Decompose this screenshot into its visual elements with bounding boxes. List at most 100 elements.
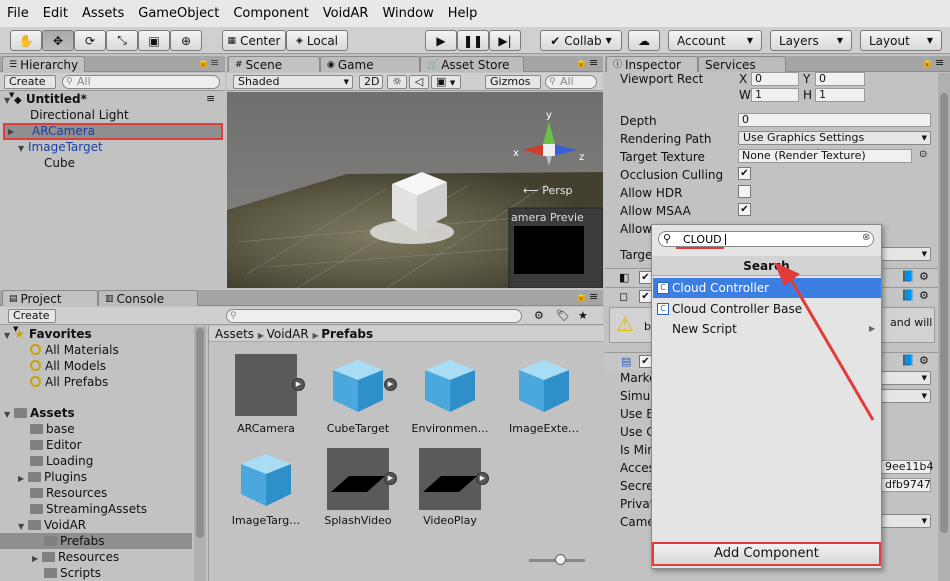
step-button[interactable]: ▶| (489, 30, 521, 51)
tab-project[interactable]: ▤ Project (2, 290, 98, 306)
tab-asset-store[interactable]: 🛒 Asset Store (420, 56, 524, 72)
vr-w-field[interactable]: 1 (751, 88, 799, 102)
filter-by-type-icon[interactable]: ⚙ (534, 309, 544, 322)
tab-game[interactable]: ◉ Game (320, 56, 420, 72)
vr-x-field[interactable]: 0 (751, 72, 799, 86)
lock-icon[interactable]: 🔒 (921, 57, 933, 68)
occlusion-culling-checkbox[interactable]: ✔ (738, 167, 751, 180)
target-display-dropdown[interactable]: ▼ (881, 247, 931, 261)
hierarchy-item-cube[interactable]: Cube (0, 155, 75, 171)
expand-prefab-icon[interactable]: ▶ (384, 378, 397, 391)
favorite-item[interactable]: All Prefabs (0, 374, 108, 390)
vr-h-field[interactable]: 1 (815, 88, 865, 102)
breadcrumb-assets[interactable]: Assets (215, 327, 254, 341)
rotate-tool-button[interactable]: ⟳ (74, 30, 106, 51)
gear-icon[interactable]: ⚙ (919, 354, 929, 367)
expand-prefab-icon[interactable]: ▶ (384, 472, 397, 485)
add-component-button[interactable]: Add Component (652, 542, 881, 566)
vr-y-field[interactable]: 0 (815, 72, 865, 86)
access-key-field[interactable]: 9ee11b4 (881, 460, 934, 474)
folder-item[interactable]: Resources (0, 485, 107, 501)
breadcrumb-prefabs[interactable]: Prefabs (321, 327, 373, 341)
marker-dropdown[interactable]: ▼ (881, 371, 931, 385)
menu-edit[interactable]: Edit (43, 6, 68, 21)
folder-item[interactable]: Scripts (0, 565, 101, 581)
menu-window[interactable]: Window (382, 6, 433, 21)
hierarchy-item-arcamera[interactable]: ▶ ARCamera (3, 123, 223, 140)
pivot-local-button[interactable]: ◈ Local (286, 30, 348, 51)
favorite-item[interactable]: All Models (0, 358, 106, 374)
transform-tool-button[interactable]: ⊕ (170, 30, 202, 51)
panel-menu-icon[interactable]: ≡ (589, 56, 598, 69)
camera-dropdown[interactable]: ▼ (881, 514, 931, 528)
folder-item[interactable]: base (0, 421, 75, 437)
result-cloud-controller[interactable]: C Cloud Controller (653, 278, 881, 298)
gear-icon[interactable]: ⚙ (919, 289, 929, 302)
depth-field[interactable]: 0 (738, 113, 931, 127)
menu-assets[interactable]: Assets (82, 6, 124, 21)
gear-icon[interactable]: ⚙ (919, 270, 929, 283)
scene-search-input[interactable]: ⚲ All (545, 75, 597, 89)
gizmos-dropdown[interactable]: Gizmos ▼ (485, 75, 541, 99)
menu-component[interactable]: Component (233, 6, 308, 21)
shading-mode-dropdown[interactable]: Shaded ▼ (233, 75, 353, 89)
rect-tool-button[interactable]: ▣ (138, 30, 170, 51)
menu-gameobject[interactable]: GameObject (138, 6, 219, 21)
result-cloud-controller-base[interactable]: C Cloud Controller Base (653, 299, 881, 319)
project-search-input[interactable]: ⚲ (226, 309, 522, 323)
tab-services[interactable]: Services (698, 56, 786, 72)
tab-console[interactable]: ▥ Console (98, 290, 198, 306)
asset-item[interactable]: ▶ SplashVideo (315, 448, 401, 527)
help-book-icon[interactable]: 📘 (901, 289, 915, 302)
folder-item[interactable]: ▼ VoidAR (0, 517, 86, 533)
menu-help[interactable]: Help (448, 6, 478, 21)
object-picker-icon[interactable]: ⊙ (919, 149, 927, 160)
scene-audio-toggle[interactable]: ◁ (409, 75, 429, 89)
asset-item[interactable]: ImageExte… (501, 354, 587, 435)
allow-hdr-checkbox[interactable] (738, 185, 751, 198)
asset-item[interactable]: ▶ ARCamera (223, 354, 309, 435)
target-texture-field[interactable]: None (Render Texture) (738, 149, 912, 163)
tab-inspector[interactable]: ⓘ Inspector (606, 56, 698, 72)
hierarchy-create-dropdown[interactable]: Create ▼ (4, 75, 56, 99)
scene-effects-dropdown[interactable]: ▣ ▼ (431, 75, 461, 89)
folder-item[interactable]: StreamingAssets (0, 501, 147, 517)
folder-item-selected[interactable]: Prefabs (0, 533, 192, 549)
cloud-button[interactable]: ☁ (628, 30, 660, 51)
lock-icon[interactable]: 🔒 (575, 57, 587, 68)
asset-item[interactable]: Environmen… (407, 354, 493, 435)
menu-file[interactable]: File (7, 6, 29, 21)
hierarchy-search-input[interactable]: ⚲ All (62, 75, 220, 89)
clear-search-icon[interactable]: ⊗ (862, 232, 870, 243)
panel-menu-icon[interactable]: ≡ (935, 56, 944, 69)
layers-dropdown[interactable]: Layers ▼ (770, 30, 852, 51)
move-tool-button[interactable]: ✥ (42, 30, 74, 51)
folder-item[interactable]: Editor (0, 437, 82, 453)
collab-button[interactable]: ✔ Collab ▼ (540, 30, 622, 51)
assets-header[interactable]: ▼ Assets (0, 405, 75, 421)
asset-item[interactable]: ImageTarg… (223, 448, 309, 527)
expand-prefab-icon[interactable]: ▶ (476, 472, 489, 485)
folder-tree-scrollbar[interactable] (194, 326, 206, 581)
scene-root[interactable]: ▼ ◆ Untitled* (0, 91, 225, 107)
zoom-slider-thumb[interactable] (555, 554, 566, 565)
allow-msaa-checkbox[interactable]: ✔ (738, 203, 751, 216)
account-dropdown[interactable]: Account ▼ (668, 30, 762, 51)
pivot-center-button[interactable]: ▦ Center (222, 30, 286, 51)
projection-label[interactable]: ⟵ Persp (523, 184, 573, 197)
project-create-dropdown[interactable]: Create ▼ (8, 309, 56, 333)
help-book-icon[interactable]: 📘 (901, 354, 915, 367)
lock-icon[interactable]: 🔒 (575, 291, 587, 302)
breadcrumb-voidar[interactable]: VoidAR (267, 327, 309, 341)
tab-scene[interactable]: # Scene (228, 56, 320, 72)
lock-icon[interactable]: 🔒 (197, 57, 209, 68)
panel-menu-icon[interactable]: ≡ (210, 56, 219, 69)
scene-menu-icon[interactable]: ≡ (206, 92, 215, 105)
simulate-dropdown[interactable]: ▼ (881, 389, 931, 403)
asset-item[interactable]: ▶ VideoPlay (407, 448, 493, 527)
scene-light-toggle[interactable]: ☼ (387, 75, 407, 89)
hierarchy-item[interactable]: Directional Light (0, 107, 129, 123)
layout-dropdown[interactable]: Layout ▼ (860, 30, 942, 51)
play-button[interactable]: ▶ (425, 30, 457, 51)
secret-key-field[interactable]: dfb9747 (881, 478, 931, 492)
